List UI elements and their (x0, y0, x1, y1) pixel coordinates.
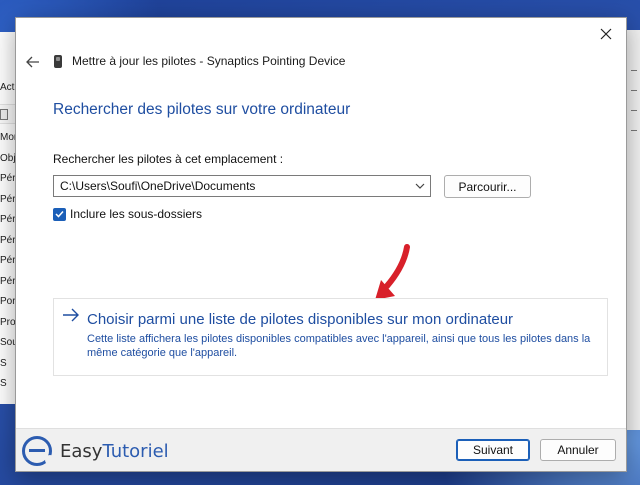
dialog-footer: EasyTutoriel Suivant Annuler (16, 428, 626, 471)
chevron-down-icon (415, 183, 425, 189)
logo-text: EasyTutoriel (60, 441, 169, 462)
page-title: Rechercher des pilotes sur votre ordinat… (53, 101, 351, 118)
checkmark-icon (55, 210, 64, 218)
browse-button[interactable]: Parcourir... (444, 175, 531, 198)
choose-from-list-description: Cette liste affichera les pilotes dispon… (87, 333, 591, 359)
back-button[interactable] (22, 52, 44, 72)
easytutoriel-logo: EasyTutoriel (22, 436, 169, 466)
mouse-device-icon (54, 55, 62, 68)
update-drivers-dialog: Mettre à jour les pilotes - Synaptics Po… (15, 17, 627, 472)
background-window-right-edge (626, 30, 640, 430)
close-icon (600, 28, 612, 40)
next-button[interactable]: Suivant (456, 439, 530, 461)
include-subfolders-row: Inclure les sous-dossiers (53, 207, 202, 221)
choose-from-list-option[interactable]: Choisir parmi une liste de pilotes dispo… (53, 298, 608, 376)
scroll-tick (631, 70, 637, 71)
choose-from-list-title[interactable]: Choisir parmi une liste de pilotes dispo… (87, 311, 513, 328)
include-subfolders-label: Inclure les sous-dossiers (70, 207, 203, 221)
logo-text-tutoriel: Tutoriel (102, 440, 169, 462)
scroll-tick (631, 90, 637, 91)
right-arrow-icon (63, 308, 79, 322)
dialog-header-title: Mettre à jour les pilotes - Synaptics Po… (72, 54, 346, 68)
close-button[interactable] (594, 23, 618, 45)
back-arrow-icon (26, 56, 39, 68)
logo-text-easy: Easy (60, 440, 103, 462)
path-input[interactable] (54, 176, 410, 196)
toolbar-properties-icon (0, 109, 8, 120)
scroll-tick (631, 110, 637, 111)
path-combobox[interactable] (53, 175, 431, 197)
path-dropdown-button[interactable] (410, 176, 430, 196)
scroll-tick (631, 130, 637, 131)
logo-mark-icon (22, 436, 55, 466)
include-subfolders-checkbox[interactable] (53, 207, 66, 221)
cancel-button[interactable]: Annuler (540, 439, 616, 461)
location-label: Rechercher les pilotes à cet emplacement… (53, 152, 284, 166)
